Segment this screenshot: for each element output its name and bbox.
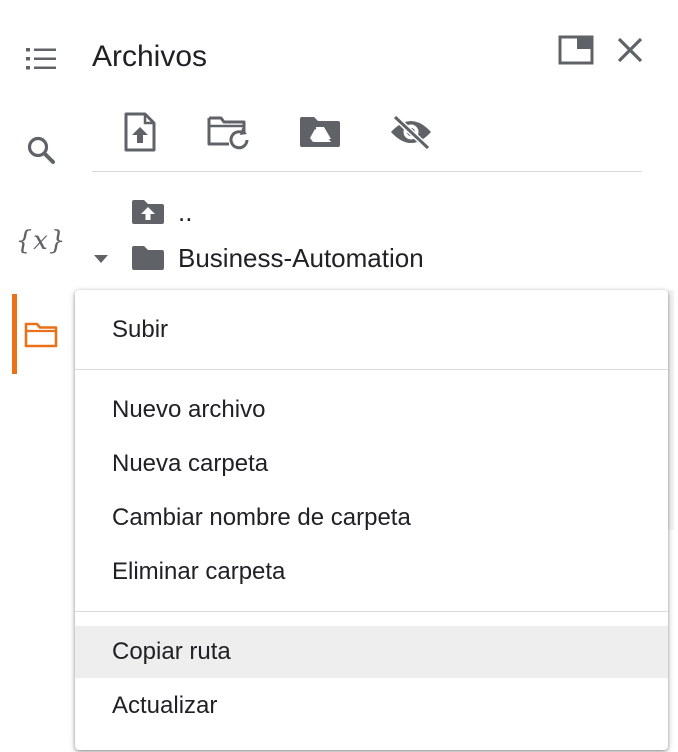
close-button[interactable] (608, 28, 652, 72)
context-menu: Subir Nuevo archivo Nueva carpeta Cambia… (75, 290, 668, 750)
menu-item-label: Actualizar (112, 692, 218, 719)
variables-icon: {x} (15, 226, 67, 256)
list-icon (26, 48, 56, 70)
menu-item-delete-folder[interactable]: Eliminar carpeta (75, 546, 668, 598)
toolbar-divider (92, 171, 642, 172)
files-button[interactable] (12, 305, 70, 363)
tree-folder-label: Business-Automation (178, 242, 424, 273)
menu-item-label: Subir (112, 316, 169, 343)
menu-item-label: Nueva carpeta (112, 450, 269, 477)
close-icon (617, 37, 643, 63)
drive-folder-icon (300, 117, 340, 147)
search-button[interactable] (12, 121, 70, 179)
tree-parent-label: .. (178, 196, 193, 227)
folder-icon (132, 246, 164, 270)
folder-refresh-icon (207, 116, 249, 150)
menu-item-label: Eliminar carpeta (112, 558, 286, 585)
panel-scroll-track (668, 290, 674, 530)
tree-row-parent[interactable]: .. (84, 192, 192, 232)
menu-item-label: Nuevo archivo (112, 396, 266, 423)
menu-item-copy-path[interactable]: Copiar ruta (75, 626, 668, 678)
menu-item-new-file[interactable]: Nuevo archivo (75, 384, 668, 436)
files-panel-screen: {x} Archivos .. Business-Automation Subi… (0, 0, 678, 752)
caret-down-icon[interactable] (91, 251, 111, 265)
left-rail: {x} (0, 0, 80, 752)
tree-row-folder[interactable]: Business-Automation (84, 238, 424, 278)
variables-button[interactable]: {x} (12, 212, 70, 270)
menu-item-new-folder[interactable]: Nueva carpeta (75, 438, 668, 490)
menu-item-refresh[interactable]: Actualizar (75, 680, 668, 732)
mount-drive-button[interactable] (295, 108, 345, 156)
table-of-contents-button[interactable] (12, 30, 70, 88)
menu-item-upload[interactable]: Subir (75, 304, 668, 356)
menu-item-label: Copiar ruta (112, 638, 231, 665)
refresh-folder-button[interactable] (204, 108, 254, 156)
menu-separator (75, 369, 668, 370)
menu-separator (75, 611, 668, 612)
folder-up-icon (132, 200, 164, 224)
toggle-hidden-files-button[interactable] (386, 108, 436, 156)
search-icon (27, 136, 55, 164)
folder-icon (24, 322, 58, 348)
menu-item-rename-folder[interactable]: Cambiar nombre de carpeta (75, 492, 668, 544)
panel-title: Archivos (92, 40, 208, 73)
menu-item-label: Cambiar nombre de carpeta (112, 504, 411, 531)
window-icon (558, 35, 594, 65)
upload-file-button[interactable] (115, 108, 165, 156)
file-upload-icon (124, 112, 156, 152)
open-in-tab-button[interactable] (554, 28, 598, 72)
eye-off-icon (391, 114, 431, 150)
